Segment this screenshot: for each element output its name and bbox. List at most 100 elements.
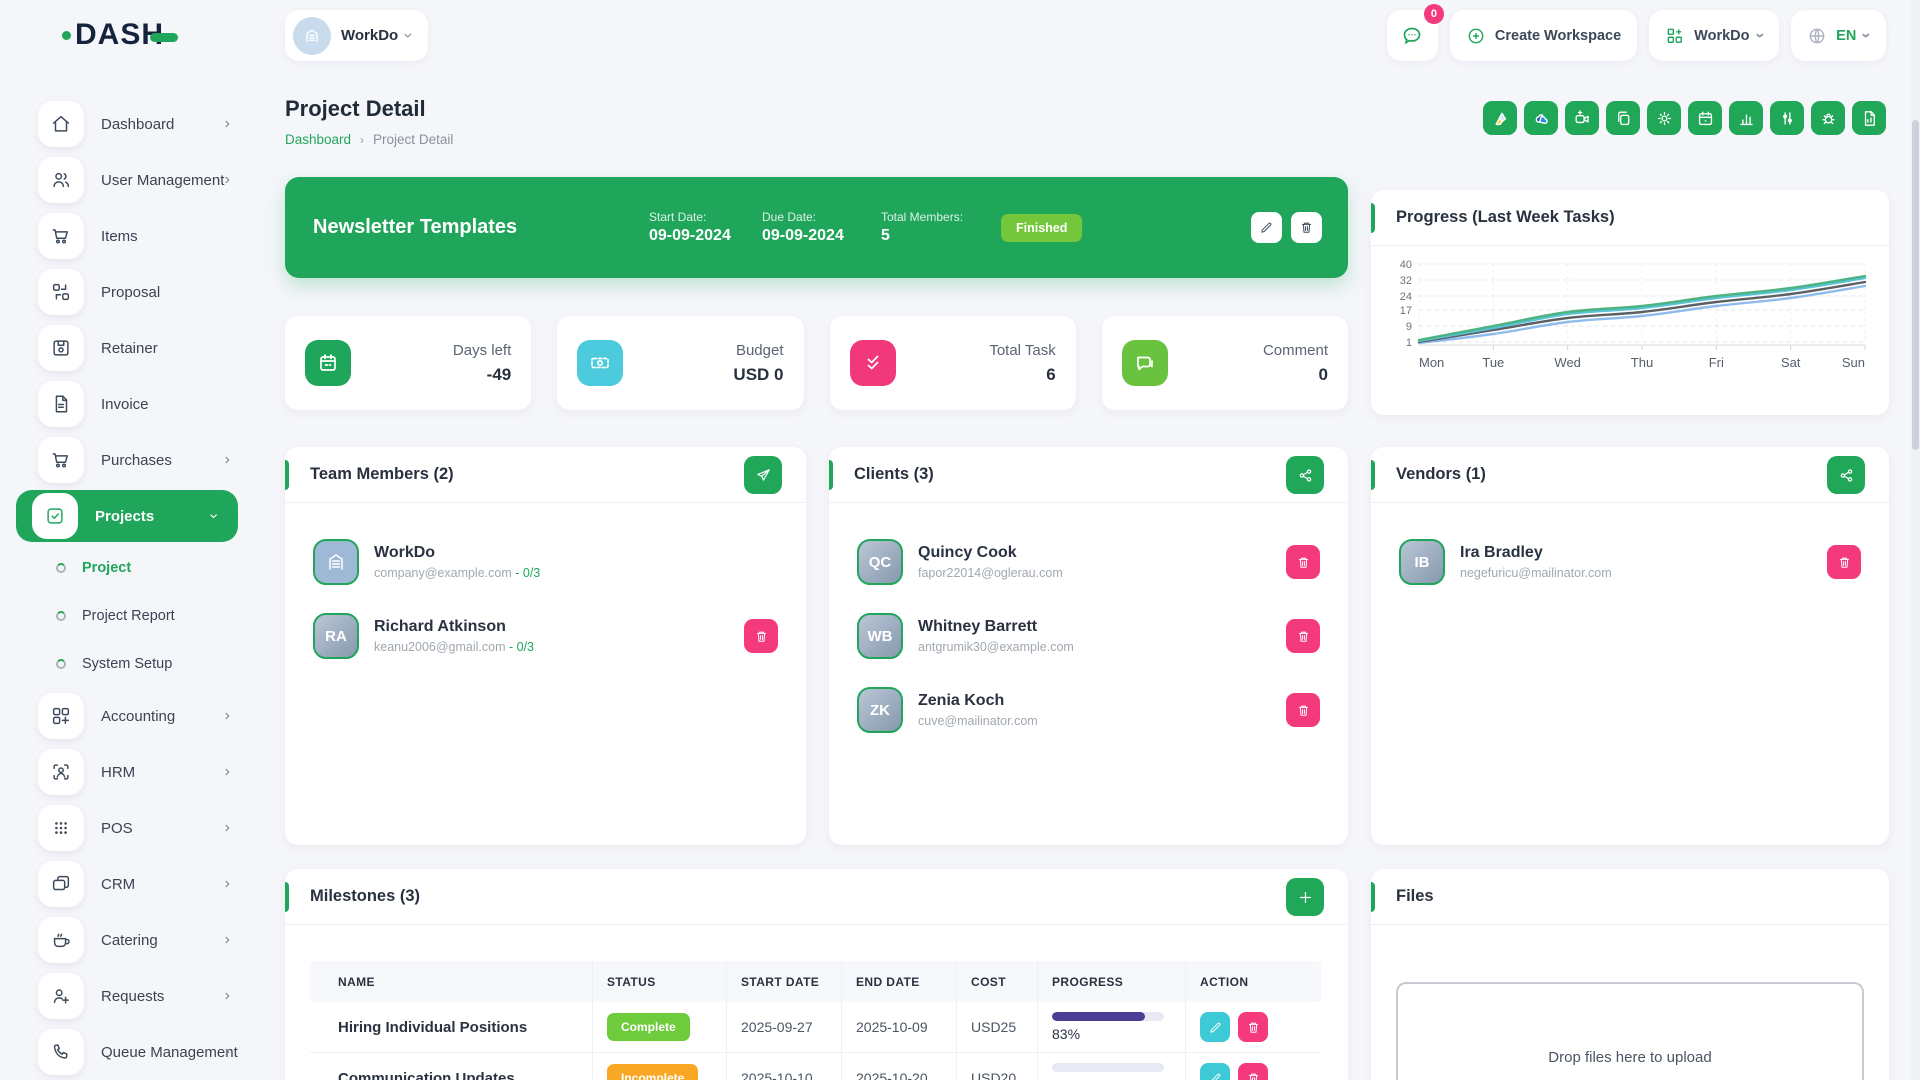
calendar-button[interactable] bbox=[1688, 101, 1722, 135]
workspace-name: WorkDo bbox=[341, 27, 398, 44]
file-dropzone[interactable]: Drop files here to upload bbox=[1396, 982, 1864, 1080]
stat-value: -49 bbox=[453, 365, 511, 385]
pencil-icon bbox=[1208, 1071, 1223, 1080]
delete-project-button[interactable] bbox=[1291, 212, 1322, 243]
sidebar-item-dashboard[interactable]: Dashboard › bbox=[0, 96, 258, 152]
sidebar-subitem-system-setup[interactable]: System Setup bbox=[0, 640, 258, 688]
chevron-right-icon: › bbox=[225, 451, 230, 469]
trash-icon bbox=[1296, 555, 1311, 570]
invoice-report-button[interactable] bbox=[1852, 101, 1886, 135]
svg-text:1: 1 bbox=[1406, 337, 1412, 349]
app-menu-button[interactable]: WorkDo › bbox=[1649, 10, 1779, 61]
breadcrumb-separator: › bbox=[360, 133, 364, 147]
client-email: cuve@mailinator.com bbox=[918, 714, 1038, 728]
team-members-card: Team Members (2) WorkDo company@example.… bbox=[285, 447, 806, 845]
remove-vendor-button[interactable] bbox=[1827, 545, 1861, 579]
sidebar-item-projects[interactable]: Projects › bbox=[16, 490, 238, 542]
member-email: keanu2006@gmail.com bbox=[374, 640, 506, 654]
sidebar-item-invoice[interactable]: Invoice bbox=[0, 376, 258, 432]
team-member-row: WorkDo company@example.com - 0/3 bbox=[285, 525, 806, 599]
scrollbar[interactable] bbox=[1911, 0, 1920, 1080]
cart-icon bbox=[38, 213, 84, 259]
language-selector[interactable]: EN › bbox=[1791, 10, 1886, 61]
progress-indicator: 0% bbox=[1052, 1063, 1164, 1080]
start-date-block: Start Date: 09-09-2024 bbox=[649, 210, 762, 245]
sidebar-item-catering[interactable]: Catering › bbox=[0, 912, 258, 968]
onedrive-button[interactable] bbox=[1524, 101, 1558, 135]
edit-milestone-button[interactable] bbox=[1200, 1012, 1230, 1042]
milestone-row: Hiring Individual Positions Complete 202… bbox=[310, 1002, 1321, 1053]
delete-milestone-button[interactable] bbox=[1238, 1012, 1268, 1042]
sidebar-item-crm[interactable]: CRM › bbox=[0, 856, 258, 912]
milestone-row: Communication Updates Incomplete 2025-10… bbox=[310, 1053, 1321, 1080]
video-call-button[interactable] bbox=[1565, 101, 1599, 135]
edit-milestone-button[interactable] bbox=[1200, 1063, 1230, 1080]
remove-member-button[interactable] bbox=[744, 619, 778, 653]
report-chart-button[interactable] bbox=[1729, 101, 1763, 135]
avatar: ZK bbox=[857, 687, 903, 733]
google-drive-button[interactable] bbox=[1483, 101, 1517, 135]
milestone-end-date: 2025-10-20 bbox=[842, 1053, 957, 1080]
milestone-start-date: 2025-09-27 bbox=[727, 1002, 842, 1052]
chevron-right-icon: › bbox=[225, 763, 230, 781]
workspace-switcher[interactable]: WorkDo › bbox=[285, 10, 428, 61]
scrollbar-thumb[interactable] bbox=[1912, 120, 1919, 450]
sidebar-item-label: Proposal bbox=[101, 284, 160, 301]
sidebar-item-label: Items bbox=[101, 228, 138, 245]
settings-button[interactable] bbox=[1647, 101, 1681, 135]
timeline-button[interactable] bbox=[1770, 101, 1804, 135]
messages-button[interactable]: 0 bbox=[1387, 10, 1438, 61]
sidebar-item-label: Queue Management bbox=[101, 1044, 238, 1061]
create-workspace-button[interactable]: Create Workspace bbox=[1450, 10, 1637, 61]
sidebar-item-accounting[interactable]: Accounting › bbox=[0, 688, 258, 744]
sidebar-item-hrm[interactable]: HRM › bbox=[0, 744, 258, 800]
breadcrumb: Dashboard › Project Detail bbox=[285, 132, 453, 147]
sidebar-item-label: Purchases bbox=[101, 452, 172, 469]
avatar: IB bbox=[1399, 539, 1445, 585]
sidebar-item-requests[interactable]: Requests › bbox=[0, 968, 258, 1024]
sidebar-item-purchases[interactable]: Purchases › bbox=[0, 432, 258, 488]
copy-button[interactable] bbox=[1606, 101, 1640, 135]
column-header: STATUS bbox=[593, 961, 727, 1002]
table-header-row: NAME STATUS START DATE END DATE COST PRO… bbox=[310, 961, 1321, 1002]
vendors-card: Vendors (1) IB Ira Bradley negefuricu@ma… bbox=[1371, 447, 1889, 845]
budget-card: Budget USD 0 bbox=[557, 316, 803, 410]
edit-project-button[interactable] bbox=[1251, 212, 1282, 243]
sidebar-subitem-project[interactable]: Project bbox=[0, 544, 258, 592]
remove-client-button[interactable] bbox=[1286, 619, 1320, 653]
grid-plus-icon bbox=[1665, 26, 1685, 46]
bullet-icon bbox=[56, 563, 66, 573]
globe-icon bbox=[1807, 26, 1827, 46]
progress-bar bbox=[1052, 1012, 1145, 1021]
coffee-cup-icon bbox=[38, 917, 84, 963]
sidebar-item-pos[interactable]: POS › bbox=[0, 800, 258, 856]
share-clients-button[interactable] bbox=[1286, 456, 1324, 494]
svg-text:32: 32 bbox=[1400, 275, 1412, 287]
client-name: Zenia Koch bbox=[918, 692, 1038, 710]
sidebar-item-retainer[interactable]: Retainer bbox=[0, 320, 258, 376]
remove-client-button[interactable] bbox=[1286, 545, 1320, 579]
files-title: Files bbox=[1371, 887, 1434, 906]
sidebar-item-user-management[interactable]: User Management › bbox=[0, 152, 258, 208]
milestones-table: NAME STATUS START DATE END DATE COST PRO… bbox=[310, 961, 1321, 1080]
breadcrumb-dashboard-link[interactable]: Dashboard bbox=[285, 132, 351, 147]
dash-logo[interactable]: DASH bbox=[62, 18, 178, 52]
chevron-right-icon: › bbox=[225, 707, 230, 725]
invite-member-button[interactable] bbox=[744, 456, 782, 494]
sidebar-item-items[interactable]: Items bbox=[0, 208, 258, 264]
progress-label: 83% bbox=[1052, 1026, 1164, 1042]
add-milestone-button[interactable] bbox=[1286, 878, 1324, 916]
sidebar-subitem-project-report[interactable]: Project Report bbox=[0, 592, 258, 640]
page-title: Project Detail bbox=[285, 96, 426, 122]
column-header: NAME bbox=[310, 961, 593, 1002]
invoice-icon bbox=[38, 381, 84, 427]
bug-report-button[interactable] bbox=[1811, 101, 1845, 135]
member-task-ratio: - 0/3 bbox=[509, 640, 534, 654]
remove-client-button[interactable] bbox=[1286, 693, 1320, 727]
delete-milestone-button[interactable] bbox=[1238, 1063, 1268, 1080]
sidebar-item-proposal[interactable]: Proposal bbox=[0, 264, 258, 320]
share-vendors-button[interactable] bbox=[1827, 456, 1865, 494]
sidebar-item-queue-management[interactable]: Queue Management › bbox=[0, 1024, 258, 1080]
dropzone-label: Drop files here to upload bbox=[1548, 1049, 1711, 1066]
due-date-block: Due Date: 09-09-2024 bbox=[762, 210, 881, 245]
